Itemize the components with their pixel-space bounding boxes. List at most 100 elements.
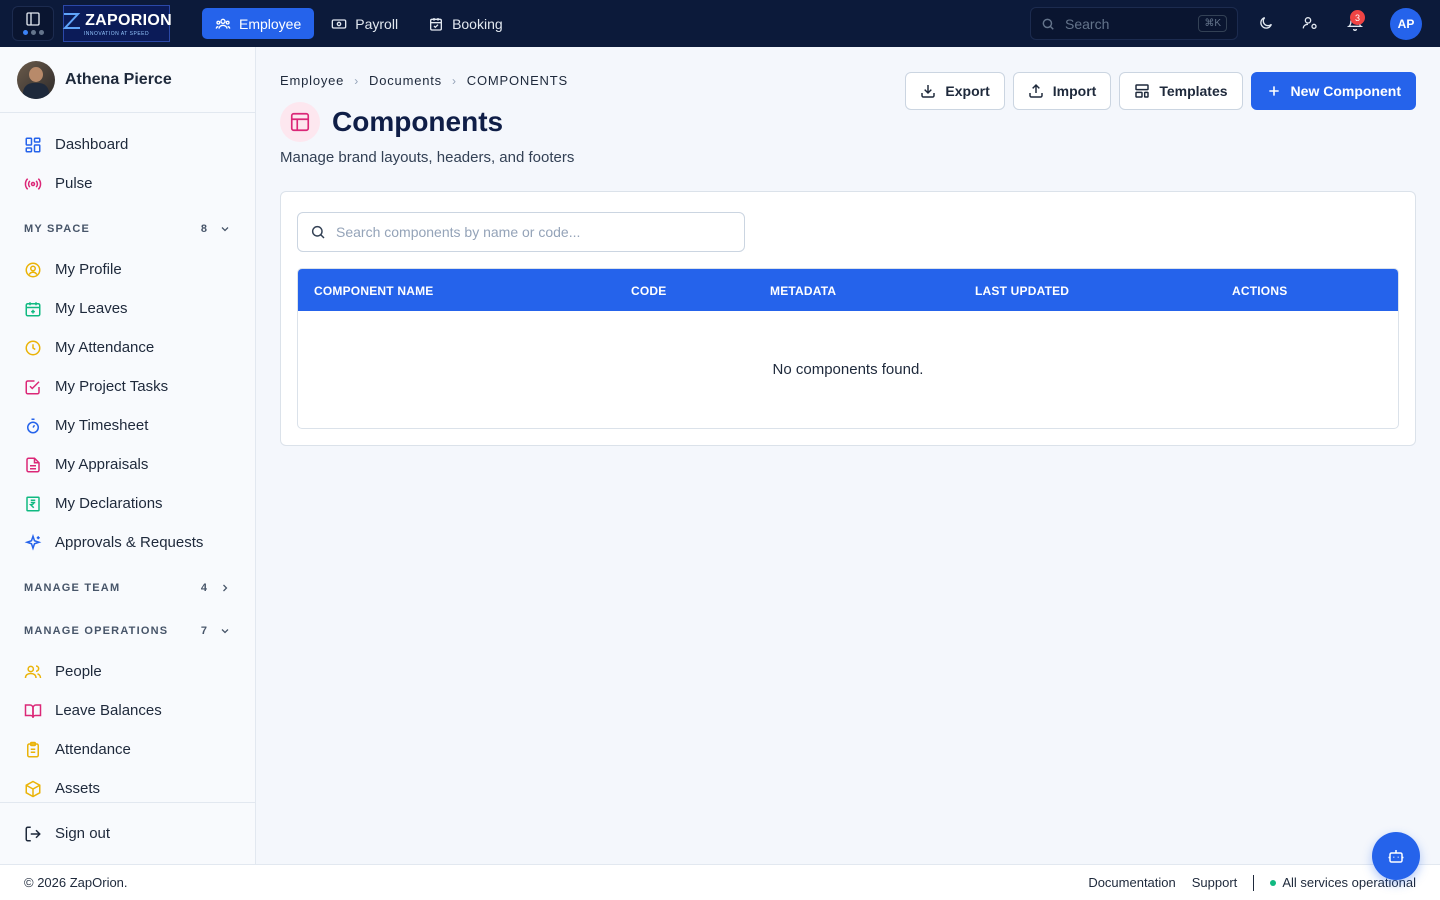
sidebar-item-label: Approvals & Requests (55, 534, 204, 551)
column-header-code[interactable]: CODE (631, 284, 666, 298)
sidebar-item-people[interactable]: People (0, 652, 255, 691)
sidebar-nav: Dashboard Pulse MY SPACE 8 My Profile My… (0, 113, 255, 808)
sidebar-item-label: People (55, 663, 102, 680)
chevron-right-icon (223, 584, 228, 591)
sign-out-label: Sign out (55, 825, 111, 842)
title-row: Components (280, 102, 503, 142)
sidebar-item-label: Pulse (55, 175, 93, 192)
log-out-icon (25, 826, 41, 841)
sidebar-item-attendance[interactable]: Attendance (0, 730, 255, 769)
sidebar-item-my-leaves[interactable]: My Leaves (0, 289, 255, 328)
sidebar-item-my-declarations[interactable]: My Declarations (0, 484, 255, 523)
column-header-metadata[interactable]: METADATA (770, 284, 836, 298)
search-shortcut: ⌘K (1198, 15, 1227, 32)
component-search-input[interactable] (336, 224, 744, 240)
assistant-bot-button[interactable] (1372, 832, 1420, 880)
new-component-button[interactable]: New Component (1250, 72, 1416, 110)
sidebar-item-my-timesheet[interactable]: My Timesheet (0, 406, 255, 445)
bot-icon (1388, 850, 1404, 863)
moon-icon (1260, 17, 1272, 29)
notification-badge: 3 (1350, 10, 1365, 25)
radio-icon (24, 177, 42, 190)
sidebar-item-leave-balances[interactable]: Leave Balances (0, 691, 255, 730)
global-search[interactable]: Search ⌘K (1030, 7, 1238, 40)
section-manage-team[interactable]: MANAGE TEAM 4 (0, 566, 255, 609)
sign-out-button[interactable]: Sign out (0, 802, 255, 864)
checkbox-icon (25, 379, 40, 394)
page-actions: Export Import Templates New Component (905, 72, 1416, 110)
topnav-employee[interactable]: Employee (202, 8, 315, 39)
sidebar-item-label: Attendance (55, 741, 131, 758)
components-table: COMPONENT NAME CODE METADATA LAST UPDATE… (297, 268, 1399, 429)
section-title: MANAGE TEAM (24, 581, 121, 594)
topnav-employee-label: Employee (239, 15, 302, 32)
breadcrumb-separator-icon: › (451, 73, 457, 88)
sidebar-item-label: My Timesheet (55, 417, 149, 434)
section-count: 7 (200, 624, 207, 637)
brand-name: ZAPORION (85, 11, 172, 29)
sidebar-item-my-project-tasks[interactable]: My Project Tasks (0, 367, 255, 406)
footer-link-documentation[interactable]: Documentation (1088, 875, 1175, 890)
copyright: © 2026 ZapOrion. (24, 875, 128, 890)
rupee-receipt-icon (26, 496, 40, 511)
clipboard-icon (27, 741, 39, 757)
global-search-placeholder: Search (1065, 15, 1110, 32)
sidebar-item-my-appraisals[interactable]: My Appraisals (0, 445, 255, 484)
upload-icon (1029, 83, 1043, 98)
user-settings-button[interactable] (1299, 12, 1321, 34)
package-icon (25, 780, 41, 797)
sidebar-toggle-button[interactable] (12, 6, 54, 41)
breadcrumb: Employee › Documents › COMPONENTS (280, 73, 568, 88)
empty-state-message: No components found. (772, 361, 924, 378)
brand-logo[interactable]: ZAPORION INNOVATION AT SPEED (62, 5, 172, 42)
new-component-label: New Component (1290, 83, 1401, 99)
toggle-dots (22, 29, 44, 35)
plus-icon (1268, 86, 1279, 96)
footer-links: Documentation Support All services opera… (1088, 874, 1416, 891)
sidebar-item-my-attendance[interactable]: My Attendance (0, 328, 255, 367)
footer: © 2026 ZapOrion. Documentation Support A… (0, 864, 1440, 900)
top-nav: Employee Payroll Booking (202, 8, 516, 39)
sidebar-item-label: My Profile (55, 261, 122, 278)
components-card: COMPONENT NAME CODE METADATA LAST UPDATE… (280, 191, 1416, 446)
sidebar-user[interactable]: Athena Pierce (0, 47, 255, 113)
footer-link-support[interactable]: Support (1192, 875, 1238, 890)
user-cog-icon (1302, 17, 1317, 29)
template-icon (1135, 84, 1150, 98)
topnav-payroll[interactable]: Payroll (318, 8, 411, 39)
breadcrumb-employee[interactable]: Employee (280, 73, 344, 88)
topnav-booking[interactable]: Booking (415, 8, 516, 39)
sidebar-item-dashboard[interactable]: Dashboard (0, 125, 255, 164)
breadcrumb-documents[interactable]: Documents (369, 73, 442, 88)
export-label: Export (945, 83, 990, 99)
user-avatar-button[interactable]: AP (1390, 8, 1422, 40)
status-dot-icon (1270, 879, 1277, 886)
sidebar-item-label: My Attendance (55, 339, 155, 356)
component-search[interactable] (297, 212, 745, 252)
sidebar-item-approvals-requests[interactable]: Approvals & Requests (0, 523, 255, 562)
calendar-check-icon (430, 17, 443, 31)
sidebar-item-label: My Declarations (55, 495, 163, 512)
templates-label: Templates (1159, 83, 1228, 99)
sidebar-item-my-profile[interactable]: My Profile (0, 250, 255, 289)
column-header-last-updated[interactable]: LAST UPDATED (975, 284, 1069, 298)
user-circle-icon (25, 262, 41, 277)
clock-icon (25, 340, 41, 355)
file-text-icon (26, 457, 40, 472)
import-label: Import (1052, 83, 1097, 99)
sidebar-item-pulse[interactable]: Pulse (0, 164, 255, 203)
import-button[interactable]: Import (1012, 72, 1112, 110)
search-icon (1042, 18, 1054, 30)
export-button[interactable]: Export (905, 72, 1005, 110)
section-my-space[interactable]: MY SPACE 8 (0, 207, 255, 250)
panel-left-icon (26, 11, 40, 26)
theme-toggle-button[interactable] (1255, 12, 1277, 34)
section-manage-operations[interactable]: MANAGE OPERATIONS 7 (0, 609, 255, 652)
section-title: MANAGE OPERATIONS (24, 624, 169, 637)
templates-button[interactable]: Templates (1119, 72, 1243, 110)
top-bar: ZAPORION INNOVATION AT SPEED Employee Pa… (0, 0, 1440, 47)
download-icon (921, 85, 936, 98)
column-header-component-name[interactable]: COMPONENT NAME (314, 284, 433, 298)
sidebar-item-label: Leave Balances (55, 702, 162, 719)
grid-icon (25, 137, 41, 152)
